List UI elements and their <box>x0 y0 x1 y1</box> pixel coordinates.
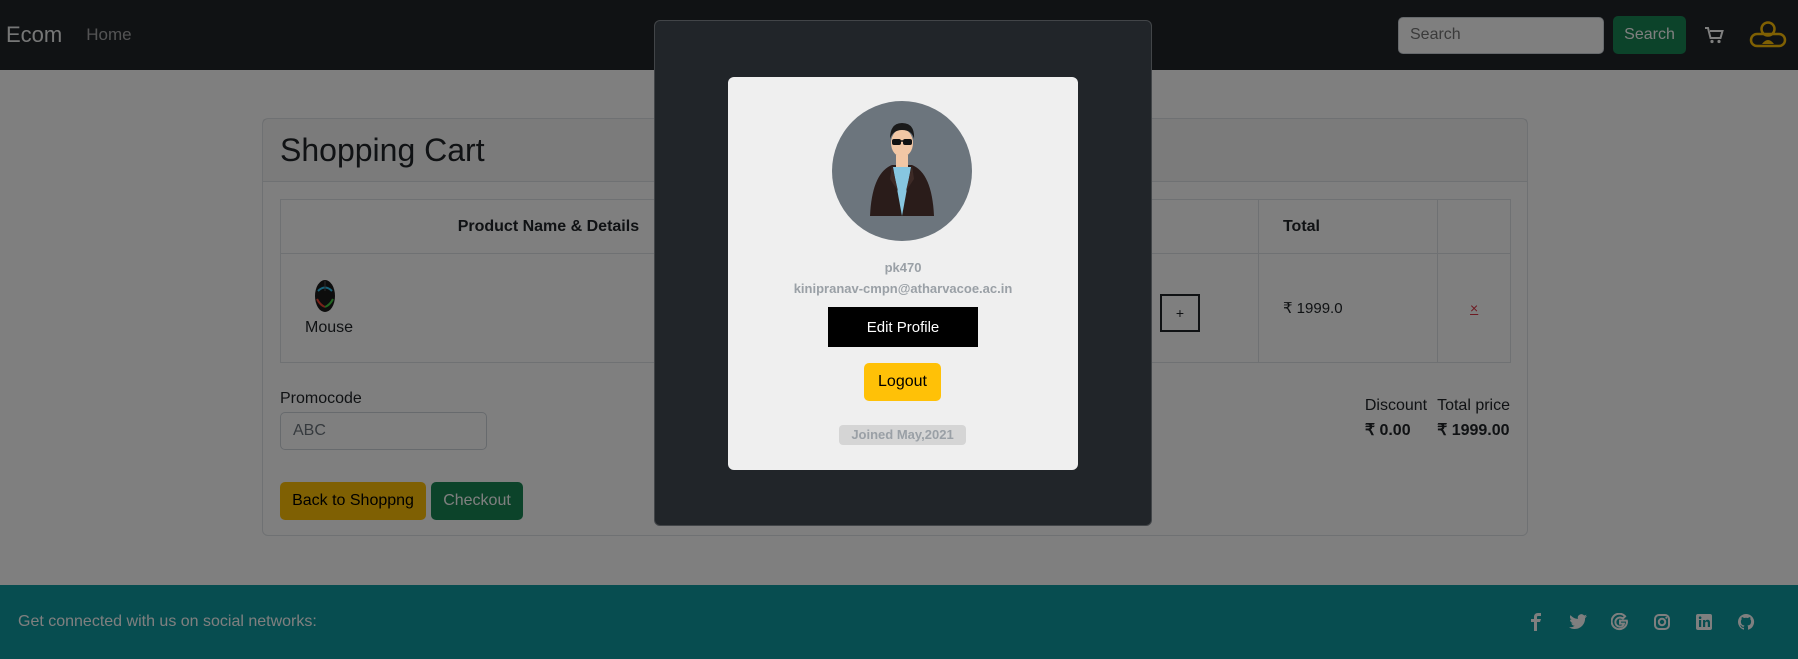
edit-profile-button[interactable]: Edit Profile <box>828 307 978 347</box>
profile-card: pk470 kinipranav-cmpn@atharvacoe.ac.in E… <box>728 77 1078 470</box>
profile-modal: pk470 kinipranav-cmpn@atharvacoe.ac.in E… <box>654 20 1152 526</box>
logout-button[interactable]: Logout <box>864 363 941 401</box>
joined-date-badge: Joined May,2021 <box>839 425 966 445</box>
profile-email: kinipranav-cmpn@atharvacoe.ac.in <box>793 281 1013 296</box>
profile-username: pk470 <box>884 260 922 275</box>
avatar <box>832 101 972 241</box>
